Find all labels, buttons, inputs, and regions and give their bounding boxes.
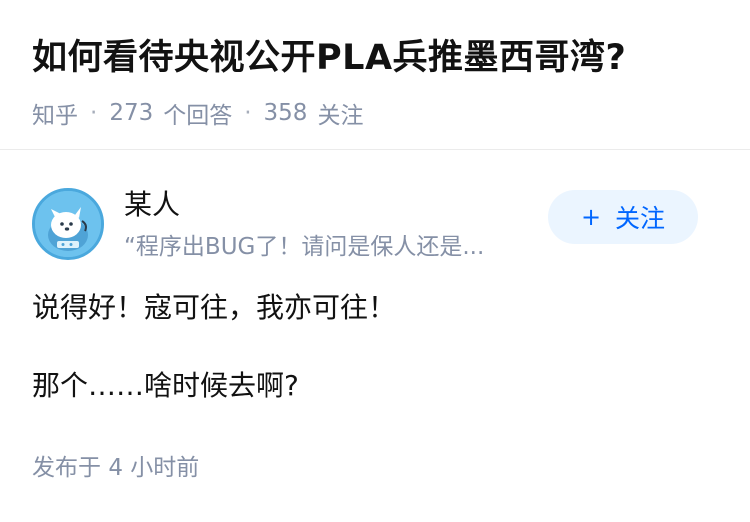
- followers-count: 358: [263, 100, 308, 126]
- author-info: 某人 “程序出BUG了！请问是保人还是...: [124, 187, 484, 261]
- answer-paragraph: 那个……啥时候去啊?: [32, 369, 299, 402]
- followers-label: 关注: [317, 103, 364, 129]
- answer-body: 说得好！寇可往，我亦可往！ 那个……啥时候去啊?: [32, 288, 718, 406]
- question-title[interactable]: 如何看待央视公开PLA兵推墨西哥湾?: [32, 34, 718, 82]
- meta-separator: ·: [244, 100, 252, 126]
- meta-separator: ·: [90, 100, 98, 126]
- plus-icon: +: [580, 203, 602, 231]
- avatar-dog-icon: [35, 191, 101, 257]
- follow-label: 关注: [615, 204, 666, 233]
- follow-button[interactable]: + 关注: [548, 190, 698, 244]
- answers-count: 273: [109, 100, 154, 126]
- answer-time: 发布于 4 小时前: [32, 448, 718, 482]
- page: 如何看待央视公开PLA兵推墨西哥湾? 知乎 · 273 个回答 · 358 关注: [0, 0, 750, 522]
- author-bio: “程序出BUG了！请问是保人还是...: [124, 234, 485, 260]
- question-meta: 知乎 · 273 个回答 · 358 关注: [32, 96, 718, 130]
- author-row: 某人 “程序出BUG了！请问是保人还是... + 关注: [32, 184, 718, 264]
- avatar[interactable]: [32, 188, 104, 260]
- source-label[interactable]: 知乎: [32, 96, 78, 130]
- answers-label: 个回答: [163, 103, 233, 129]
- author-name[interactable]: 某人: [124, 187, 484, 223]
- answer-card: 某人 “程序出BUG了！请问是保人还是... + 关注 说得好！寇可往，我亦可往…: [0, 150, 750, 482]
- answer-paragraph: 说得好！寇可往，我亦可往！: [32, 291, 397, 324]
- published-time: 4 小时前: [108, 455, 200, 481]
- question-header: 如何看待央视公开PLA兵推墨西哥湾? 知乎 · 273 个回答 · 358 关注: [0, 0, 750, 150]
- published-label: 发布于: [32, 455, 101, 481]
